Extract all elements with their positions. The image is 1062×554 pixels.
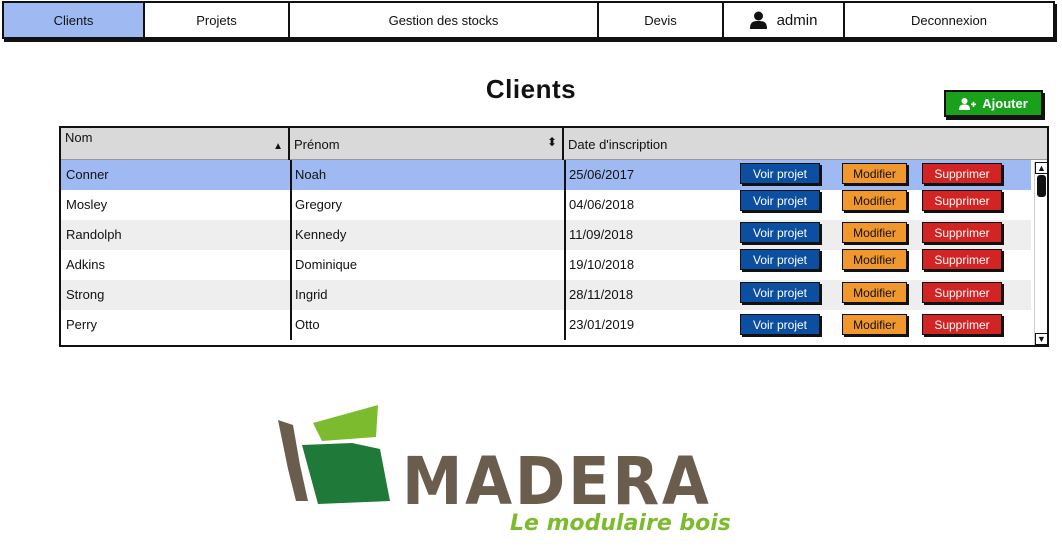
table-row[interactable]: Strong Ingrid 28/11/2018 Voir projet Mod… bbox=[61, 280, 1031, 310]
view-project-button[interactable]: Voir projet bbox=[740, 314, 820, 335]
add-client-button[interactable]: Ajouter bbox=[944, 90, 1043, 117]
cell-date: 28/11/2018 bbox=[564, 280, 734, 310]
column-header-label: Date d'inscription bbox=[568, 137, 668, 152]
sort-ascending-icon[interactable]: ▲ bbox=[273, 141, 283, 152]
column-header-label: Nom bbox=[65, 130, 93, 145]
page-title: Clients bbox=[485, 74, 577, 104]
cell-date: 19/10/2018 bbox=[564, 250, 734, 280]
view-project-button[interactable]: Voir projet bbox=[740, 222, 820, 243]
user-icon bbox=[749, 11, 767, 29]
delete-button[interactable]: Supprimer bbox=[922, 282, 1002, 303]
cell-nom: Conner bbox=[66, 167, 109, 182]
view-project-button[interactable]: Voir projet bbox=[740, 163, 820, 184]
nav-item-gestion-des-stocks[interactable]: Gestion des stocks bbox=[290, 3, 599, 37]
cell-prenom: Kennedy bbox=[290, 220, 564, 250]
add-user-icon bbox=[959, 97, 977, 110]
cell-nom: Randolph bbox=[66, 227, 122, 242]
scroll-up-icon[interactable]: ▲ bbox=[1035, 162, 1047, 174]
edit-button[interactable]: Modifier bbox=[842, 282, 907, 303]
table-row[interactable]: Conner Noah 25/06/2017 Voir projet Modif… bbox=[61, 160, 1031, 190]
scroll-thumb[interactable] bbox=[1037, 175, 1046, 197]
nav-item-label: Projets bbox=[196, 12, 237, 28]
logo-tagline: Le modulaire bois bbox=[510, 511, 731, 536]
table-scrollbar[interactable]: ▲ ▼ bbox=[1034, 162, 1047, 345]
delete-button[interactable]: Supprimer bbox=[922, 314, 1002, 335]
madera-logo-mark bbox=[278, 405, 390, 504]
cell-prenom: Dominique bbox=[290, 250, 564, 280]
nav-item-projets[interactable]: Projets bbox=[145, 3, 290, 37]
madera-logo: MADERA Le modulaire bois bbox=[274, 403, 734, 543]
nav-item-devis[interactable]: Devis bbox=[599, 3, 724, 37]
nav-item-label: admin bbox=[776, 11, 818, 29]
nav-item-label: Deconnexion bbox=[911, 12, 987, 28]
view-project-button[interactable]: Voir projet bbox=[740, 190, 820, 211]
edit-button[interactable]: Modifier bbox=[842, 249, 907, 270]
clients-table: Nom ▲ Prénom ⬍ Date d'inscription Conner… bbox=[59, 126, 1049, 347]
edit-button[interactable]: Modifier bbox=[842, 190, 907, 211]
cell-nom: Adkins bbox=[66, 257, 106, 272]
cell-date: 25/06/2017 bbox=[564, 160, 734, 190]
delete-button[interactable]: Supprimer bbox=[922, 222, 1002, 243]
nav-item-label: Clients bbox=[53, 12, 94, 28]
cell-prenom: Ingrid bbox=[290, 280, 564, 310]
edit-button[interactable]: Modifier bbox=[842, 163, 907, 184]
sort-both-icon[interactable]: ⬍ bbox=[547, 135, 557, 149]
edit-button[interactable]: Modifier bbox=[842, 314, 907, 335]
nav-item-label: Gestion des stocks bbox=[388, 12, 499, 28]
table-row[interactable]: Adkins Dominique 19/10/2018 Voir projet … bbox=[61, 249, 1031, 280]
cell-nom: Mosley bbox=[66, 197, 108, 212]
delete-button[interactable]: Supprimer bbox=[922, 163, 1002, 184]
column-header-label: Prénom bbox=[294, 137, 340, 152]
top-navigation: Clients Projets Gestion des stocks Devis… bbox=[2, 1, 1055, 39]
nav-item-user[interactable]: admin bbox=[724, 3, 845, 37]
table-row[interactable]: Perry Otto 23/01/2019 Voir projet Modifi… bbox=[61, 310, 1031, 340]
logo-wordmark: MADERA bbox=[402, 443, 712, 520]
delete-button[interactable]: Supprimer bbox=[922, 249, 1002, 270]
nav-item-clients[interactable]: Clients bbox=[4, 3, 145, 37]
cell-nom: Strong bbox=[66, 287, 105, 302]
cell-nom: Perry bbox=[66, 317, 98, 332]
delete-button[interactable]: Supprimer bbox=[922, 190, 1002, 211]
view-project-button[interactable]: Voir projet bbox=[740, 282, 820, 303]
column-header-prenom[interactable]: Prénom ⬍ bbox=[290, 128, 564, 160]
cell-date: 23/01/2019 bbox=[564, 310, 734, 340]
table-body: Conner Noah 25/06/2017 Voir projet Modif… bbox=[61, 160, 1031, 345]
cell-date: 04/06/2018 bbox=[564, 190, 734, 220]
edit-button[interactable]: Modifier bbox=[842, 222, 907, 243]
view-project-button[interactable]: Voir projet bbox=[740, 249, 820, 270]
nav-item-label: Devis bbox=[644, 12, 677, 28]
cell-prenom: Gregory bbox=[290, 190, 564, 220]
column-header-date-inscription[interactable]: Date d'inscription bbox=[564, 128, 1047, 160]
scroll-down-icon[interactable]: ▼ bbox=[1035, 333, 1047, 345]
nav-item-deconnexion[interactable]: Deconnexion bbox=[845, 3, 1053, 37]
table-row[interactable]: Mosley Gregory 04/06/2018 Voir projet Mo… bbox=[61, 190, 1031, 220]
column-header-nom[interactable]: Nom ▲ bbox=[61, 128, 290, 160]
table-row[interactable]: Randolph Kennedy 11/09/2018 Voir projet … bbox=[61, 220, 1031, 250]
table-header: Nom ▲ Prénom ⬍ Date d'inscription bbox=[61, 128, 1047, 160]
add-button-label: Ajouter bbox=[982, 96, 1028, 111]
cell-date: 11/09/2018 bbox=[564, 220, 734, 250]
cell-prenom: Otto bbox=[290, 310, 564, 340]
cell-prenom: Noah bbox=[290, 160, 564, 190]
